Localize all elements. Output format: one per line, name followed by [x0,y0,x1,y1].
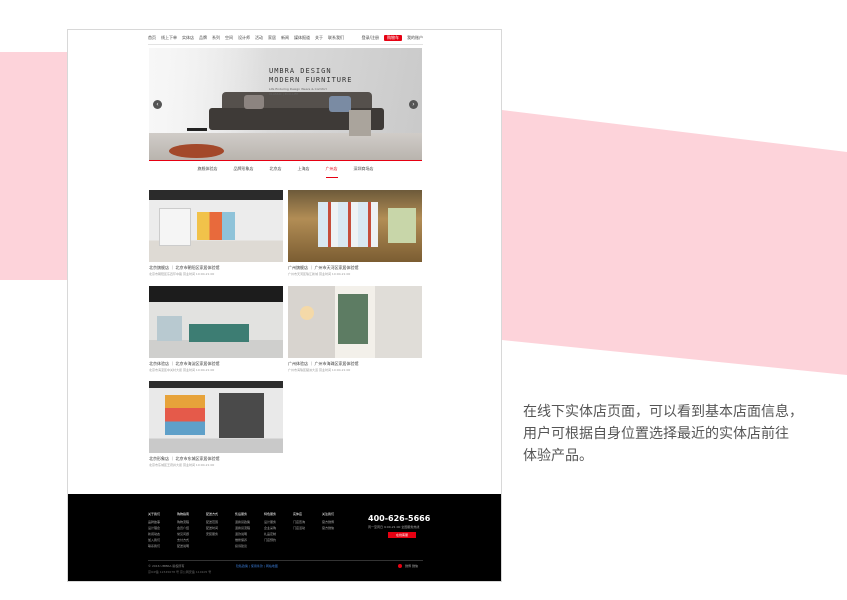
decor-band-left [0,52,70,280]
nav-item[interactable]: 媒体报道 [294,35,310,41]
footer-links[interactable]: 隐私政策 | 使用条款 | 网站地图 [236,564,278,568]
hero-subtitle-2: CLASSIC | ECO-LIFE [269,92,299,96]
hero-cushion [244,95,264,109]
footer-column-title: 特色服务 [264,512,277,516]
footer-link[interactable]: 门店活动 [293,525,319,531]
hero-title-line-1: UMBRA DESIGN [269,67,332,75]
login-link[interactable]: 登录/注册 [362,35,379,41]
store-name[interactable]: 北京体验店 ｜ 北京市海淀区家居体验馆 [149,361,283,367]
nav-item[interactable]: 新闻 [281,35,289,41]
footer-social: 微博 微信 [398,564,418,568]
social-label[interactable]: 微博 微信 [405,564,418,568]
store-name[interactable]: 北京形象店 ｜ 北京市东城区家居体验馆 [149,456,283,462]
store-card[interactable]: 广州体验店 ｜ 广州市海珠区家居体验馆 广州市海珠区琶洲大道 营业时间 10:00… [288,286,422,372]
nav-item[interactable]: 家居 [268,35,276,41]
store-photo[interactable] [149,381,283,453]
hero-cushion [329,96,351,112]
hero-title-line-2: MODERN FURNITURE [269,76,353,84]
hero-banner[interactable]: UMBRA DESIGN MODERN FURNITURE Life Endur… [149,48,422,161]
footer-hours: 周一至周日 9:00-21:00 全国服务热线 [368,525,420,529]
caption-line-1: 在线下实体店页面，可以看到基本店面信息， [523,404,803,420]
store-address: 北京市朝阳区东四环中路 营业时间 10:00-21:00 [149,272,215,276]
tab-store[interactable]: 广州店 [325,166,338,178]
hero-rug [169,144,224,158]
nav-item[interactable]: 联系我们 [328,35,344,41]
nav-item[interactable]: 空间 [225,35,233,41]
footer-copyright: © 2016 UMBRA 版权所有 [148,564,185,568]
store-tabs: 旗舰体验店 品牌形象店 北京店 上海店 广州店 深圳商场店 [149,166,422,178]
footer-link[interactable]: 投诉建议 [235,543,261,549]
footer-column: 购物指南 购物流程 会员介绍 常见问题 支付方式 配送说明 [177,511,203,549]
footer-column: 关注我们 官方微博 官方微信 [322,511,348,531]
tab-store[interactable]: 品牌形象店 [234,166,254,178]
store-name[interactable]: 广州旗舰店 ｜ 广州市天河区家居体验馆 [288,265,422,271]
footer-license: 京ICP备 12345678 号 京公网安备 110105 号 [148,570,212,574]
footer-link[interactable]: 联系我们 [148,543,174,549]
nav-item[interactable]: 设计师 [238,35,250,41]
footer-column: 特色服务 设计服务 企业采购 礼品定制 门店预约 [264,511,290,543]
tab-store[interactable]: 上海店 [298,166,310,178]
footer-link[interactable]: 配送说明 [177,543,203,549]
store-card[interactable]: 北京旗舰店 ｜ 北京市朝阳区家居体验馆 北京市朝阳区东四环中路 营业时间 10:0… [149,190,283,276]
nav-right: 登录/注册 购物车 我的账户 [362,35,423,41]
nav-item[interactable]: 实体店 [182,35,194,41]
nav-item[interactable]: 首页 [148,35,156,41]
store-photo[interactable] [149,286,283,358]
page-mockup: 首页 线上下单 实体店 品牌 系列 空间 设计师 活动 家居 新闻 媒体报道 关于 联系我们 登录/注册… [67,29,502,582]
account-link[interactable]: 我的账户 [407,35,423,41]
store-address: 北京市海淀区中关村大街 营业时间 10:00-21:00 [149,368,215,372]
footer-column: 配送方式 配送范围 配送时间 安装服务 [206,511,232,537]
caption: 在线下实体店页面，可以看到基本店面信息， 用户可根据自身位置选择最近的实体店前往… [523,401,823,467]
store-address: 广州市海珠区琶洲大道 营业时间 10:00-21:00 [288,368,351,372]
footer-column-title: 购物指南 [177,512,190,516]
chevron-right-icon[interactable]: › [409,100,418,109]
hero-blanket [349,110,371,136]
store-name[interactable]: 北京旗舰店 ｜ 北京市朝阳区家居体验馆 [149,265,283,271]
footer-link[interactable]: 门店预约 [264,537,290,543]
footer-column-title: 配送方式 [206,512,219,516]
caption-line-3: 体验产品。 [523,448,593,464]
cart-button[interactable]: 购物车 [384,35,402,41]
chevron-left-icon[interactable]: ‹ [153,100,162,109]
tab-store[interactable]: 北京店 [270,166,282,178]
nav-item[interactable]: 线上下单 [161,35,177,41]
online-service-button[interactable]: 在线客服 [388,532,416,538]
weibo-icon[interactable] [398,564,402,568]
footer-link[interactable]: 官方微信 [322,525,348,531]
footer: 关于我们 品牌故事 设计理念 新闻动态 加入我们 联系我们 购物指南 购物流程 会员介绍 常见问题… [68,494,501,581]
footer-column: 实体店 门店查询 门店活动 [293,511,319,531]
footer-column-title: 关于我们 [148,512,161,516]
footer-column-title: 售后服务 [235,512,248,516]
tab-store[interactable]: 旗舰体验店 [198,166,218,178]
store-photo[interactable] [149,190,283,262]
nav-divider [148,44,423,45]
footer-column: 售后服务 退换货政策 退换货流程 退款说明 维修保养 投诉建议 [235,511,261,549]
store-address: 北京市东城区王府井大街 营业时间 10:00-21:00 [149,463,215,467]
footer-divider [148,560,423,561]
store-name[interactable]: 广州体验店 ｜ 广州市海珠区家居体验馆 [288,361,422,367]
caption-line-2: 用户可根据自身位置选择最近的实体店前往 [523,426,789,442]
store-photo[interactable] [288,190,422,262]
hero-accent-line [149,160,422,161]
store-card[interactable]: 广州旗舰店 ｜ 广州市天河区家居体验馆 广州市天河区珠江新城 营业时间 10:00… [288,190,422,276]
store-photo[interactable] [288,286,422,358]
nav-item[interactable]: 品牌 [199,35,207,41]
nav-item[interactable]: 关于 [315,35,323,41]
nav-item[interactable]: 系列 [212,35,220,41]
store-card[interactable]: 北京形象店 ｜ 北京市东城区家居体验馆 北京市东城区王府井大街 营业时间 10:0… [149,381,283,467]
hero-subtitle: Life Enduring Design Wears & Comfort CLA… [269,87,327,97]
footer-column-title: 关注我们 [322,512,335,516]
hero-table [187,128,207,131]
hero-title: UMBRA DESIGN MODERN FURNITURE [269,67,352,85]
footer-column-title: 实体店 [293,512,303,516]
nav-item[interactable]: 活动 [255,35,263,41]
footer-column: 关于我们 品牌故事 设计理念 新闻动态 加入我们 联系我们 [148,511,174,549]
store-address: 广州市天河区珠江新城 营业时间 10:00-21:00 [288,272,351,276]
tab-store[interactable]: 深圳商场店 [354,166,374,178]
footer-phone: 400-626-5666 [368,514,431,523]
footer-link[interactable]: 安装服务 [206,531,232,537]
store-card[interactable]: 北京体验店 ｜ 北京市海淀区家居体验馆 北京市海淀区中关村大街 营业时间 10:0… [149,286,283,372]
nav-items: 首页 线上下单 实体店 品牌 系列 空间 设计师 活动 家居 新闻 媒体报道 关于 联系我们 [148,35,344,41]
top-nav: 首页 线上下单 实体店 品牌 系列 空间 设计师 活动 家居 新闻 媒体报道 关于 联系我们 登录/注册… [148,33,423,43]
